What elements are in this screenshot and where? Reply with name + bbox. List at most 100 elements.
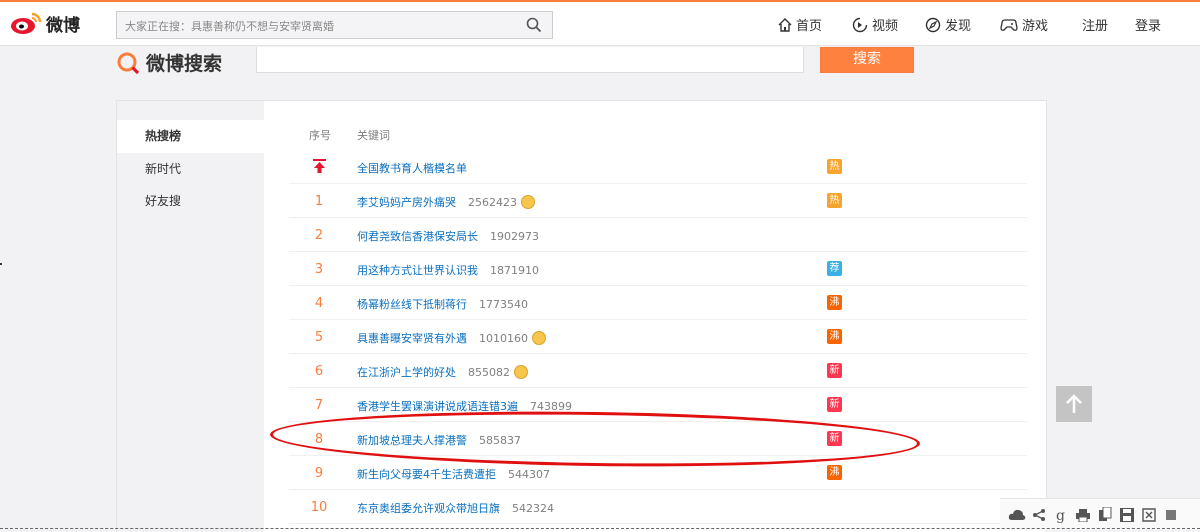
rank-number: 4	[314, 296, 324, 311]
video-icon	[852, 17, 868, 32]
list-item[interactable]: 全国教书育人楷模名单	[357, 160, 467, 176]
table-row: 9 新生向父母要4千生活费遭拒 544307 沸	[289, 456, 1027, 490]
table-row: 1 李艾妈妈产房外痛哭 2562423 热	[289, 184, 1027, 218]
keyword-link[interactable]: 香港学生罢课演讲说成语连错3遍	[357, 400, 518, 413]
svg-text:g: g	[1056, 508, 1065, 523]
top-search-input[interactable]: 大家正在搜：具惠善称仍不想与安宰贤离婚	[116, 11, 553, 39]
keyword-link[interactable]: 新加坡总理夫人撑港警	[357, 434, 467, 447]
cloud-icon[interactable]	[1006, 505, 1028, 525]
search-count: 542324	[512, 502, 554, 515]
keyword-link[interactable]: 新生向父母要4千生活费遭拒	[357, 468, 496, 481]
boiling-badge: 沸	[827, 295, 842, 310]
table-row: 6 在江浙沪上学的好处 855082 新	[289, 354, 1027, 388]
game-icon	[1000, 18, 1018, 31]
list-item[interactable]: 杨幂粉丝线下抵制蒋行 1773540	[357, 296, 528, 312]
nav-login[interactable]: 登录	[1135, 15, 1161, 34]
weibo-logo[interactable]: 微博	[10, 10, 80, 36]
sidebar-item-friends[interactable]: 好友搜	[117, 185, 264, 218]
arrow-up-icon	[1066, 394, 1082, 413]
copy-icon[interactable]	[1094, 505, 1116, 525]
table-row: 全国教书育人楷模名单 热	[289, 150, 1027, 184]
keyword-link[interactable]: 用这种方式让世界认识我	[357, 264, 478, 277]
google-icon[interactable]: g	[1050, 505, 1072, 525]
search-count: 743899	[530, 400, 572, 413]
save-icon[interactable]	[1116, 505, 1138, 525]
rank-number: 10	[310, 500, 328, 515]
page-marker	[0, 263, 2, 265]
rank-number: 1	[314, 194, 324, 209]
rank-number: 7	[314, 398, 324, 413]
list-item[interactable]: 在江浙沪上学的好处 855082	[357, 364, 528, 380]
boiling-badge: 沸	[827, 329, 842, 344]
search-count: 1773540	[479, 298, 528, 311]
list-item[interactable]: 何君尧致信香港保安局长 1902973	[357, 228, 539, 244]
expand-icon[interactable]	[1138, 505, 1160, 525]
search-count: 585837	[479, 434, 521, 447]
keyword-link[interactable]: 何君尧致信香港保安局长	[357, 230, 478, 243]
floating-toolbar: g	[1000, 498, 1200, 530]
sidebar: 热搜榜 新时代 好友搜	[117, 101, 264, 532]
weibo-search-title: 微博搜索	[146, 53, 223, 75]
table-row: 10 东京奥组委允许观众带旭日旗 542324	[289, 490, 1027, 524]
weibo-logo-icon	[11, 12, 42, 34]
search-count: 1010160	[479, 332, 528, 345]
emoji-icon	[514, 365, 528, 379]
rank-number: 8	[314, 432, 324, 447]
hot-badge: 热	[827, 159, 842, 174]
list-item[interactable]: 东京奥组委允许观众带旭日旗 542324	[357, 500, 554, 516]
list-item[interactable]: 用这种方式让世界认识我 1871910	[357, 262, 539, 278]
rank-number: 9	[314, 466, 324, 481]
table-row: 7 香港学生罢课演讲说成语连错3遍 743899 新	[289, 388, 1027, 422]
column-header-keyword: 关键词	[357, 129, 390, 142]
home-icon	[778, 17, 792, 32]
new-badge: 新	[827, 431, 842, 446]
keyword-link[interactable]: 东京奥组委允许观众带旭日旗	[357, 502, 500, 515]
boiling-badge: 沸	[827, 465, 842, 480]
nav-video[interactable]: 视频	[851, 15, 898, 34]
nav-register[interactable]: 注册	[1082, 15, 1108, 34]
print-icon[interactable]	[1072, 505, 1094, 525]
table-row: 3 用这种方式让世界认识我 1871910 荐	[289, 252, 1027, 286]
keyword-link[interactable]: 李艾妈妈产房外痛哭	[357, 196, 456, 209]
keyword-link[interactable]: 全国教书育人楷模名单	[357, 162, 467, 175]
nav-register-label: 注册	[1082, 19, 1109, 34]
pinned-top-icon	[313, 159, 326, 173]
main-search-input[interactable]	[256, 47, 804, 73]
discover-icon	[925, 17, 941, 32]
weibo-search-bar: 微博搜索 搜索	[0, 47, 1200, 79]
nav-discover[interactable]: 发现	[925, 15, 971, 34]
back-to-top-button[interactable]	[1056, 386, 1092, 422]
keyword-link[interactable]: 在江浙沪上学的好处	[357, 366, 456, 379]
keyword-link[interactable]: 杨幂粉丝线下抵制蒋行	[357, 298, 467, 311]
search-count: 544307	[508, 468, 550, 481]
rank-number: 2	[314, 228, 324, 243]
nav-home[interactable]: 首页	[777, 15, 822, 34]
list-item[interactable]: 香港学生罢课演讲说成语连错3遍 743899	[357, 398, 572, 414]
column-header-rank: 序号	[309, 129, 331, 142]
sidebar-item-hot[interactable]: 热搜榜	[117, 120, 264, 153]
search-button[interactable]: 搜索	[820, 47, 914, 73]
share-icon[interactable]	[1028, 505, 1050, 525]
brand-name: 微博	[46, 15, 80, 36]
nav-video-label: 视频	[872, 19, 899, 34]
table-row: 4 杨幂粉丝线下抵制蒋行 1773540 沸	[289, 286, 1027, 320]
table-row: 2 何君尧致信香港保安局长 1902973	[289, 218, 1027, 252]
more-icon[interactable]	[1160, 505, 1182, 525]
table-row: 8 新加坡总理夫人撑港警 585837 新	[289, 422, 1027, 456]
list-item[interactable]: 新加坡总理夫人撑港警 585837	[357, 432, 521, 448]
keyword-link[interactable]: 具惠善曝安宰贤有外遇	[357, 332, 467, 345]
table-row: 5 具惠善曝安宰贤有外遇 1010160 沸	[289, 320, 1027, 354]
nav-discover-label: 发现	[945, 19, 972, 34]
search-icon[interactable]	[526, 17, 542, 33]
nav-game-label: 游戏	[1022, 19, 1049, 34]
nav-game[interactable]: 游戏	[999, 15, 1048, 34]
list-item[interactable]: 新生向父母要4千生活费遭拒 544307	[357, 466, 550, 482]
weibo-search-logo[interactable]: 微博搜索	[116, 49, 222, 76]
nav-login-label: 登录	[1135, 19, 1162, 34]
search-count: 855082	[468, 366, 510, 379]
sidebar-item-new-era[interactable]: 新时代	[117, 153, 264, 186]
rank-number: 6	[314, 364, 324, 379]
list-item[interactable]: 具惠善曝安宰贤有外遇 1010160	[357, 330, 546, 346]
top-navbar: 微博 大家正在搜：具惠善称仍不想与安宰贤离婚 首页 视频 发现 游戏 注册 登录	[0, 0, 1200, 46]
list-item[interactable]: 李艾妈妈产房外痛哭 2562423	[357, 194, 535, 210]
